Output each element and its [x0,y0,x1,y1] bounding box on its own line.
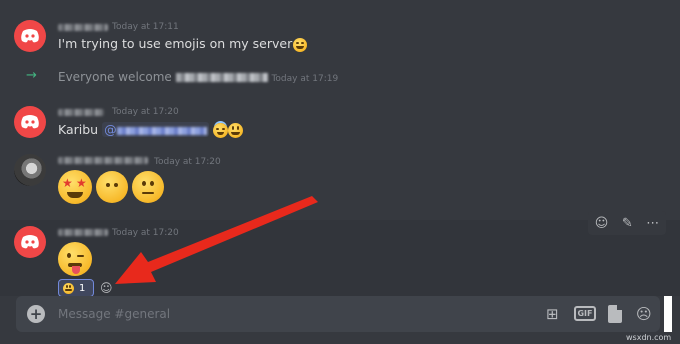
edit-icon[interactable]: ✎ [622,217,633,230]
reaction-button[interactable]: 1 [58,279,94,296]
smiling-halo-emoji-icon [212,123,228,138]
username[interactable] [175,73,268,82]
user-mention[interactable]: @ [102,122,209,137]
upload-plus-icon[interactable]: + [27,305,45,323]
join-text: Everyone welcome Today at 17:19 [58,70,338,84]
sticker-icon[interactable] [608,305,622,323]
message-text: Karibu @ [58,122,243,138]
message: Today at 17:11 I'm trying to use emojis … [0,18,680,62]
join-arrow-icon: → [26,68,37,83]
winking-tongue-emoji-icon [58,242,92,276]
message-actions-toolbar: ☺ ✎ ⋯ [588,211,666,235]
username[interactable] [58,229,108,236]
emoji-picker-icon[interactable]: ☹ [636,304,652,324]
scrollbar[interactable] [664,296,672,332]
discord-logo-icon [21,235,39,249]
star-struck-emoji-icon: ★ ★ [58,170,92,204]
grinning-emoji-icon [227,123,243,138]
message-composer: + ⊞ GIF ☹ [16,296,660,332]
message-content: Karibu [58,122,99,137]
mention-name [116,126,207,135]
message: Today at 17:20 ★ ★ [0,154,680,214]
grinning-emoji-icon [63,282,74,294]
message-content: I'm trying to use emojis on my server [58,36,293,51]
add-reaction-icon[interactable]: ☺ [595,217,609,230]
chat-area: Today at 17:11 I'm trying to use emojis … [0,0,680,296]
neutral-face-emoji-icon [131,171,164,203]
message-text: I'm trying to use emojis on my server [58,36,308,52]
avatar[interactable] [14,154,46,186]
timestamp: Today at 17:11 [112,22,179,32]
watermark: wsxdn.com [626,333,672,342]
mention-at: @ [104,122,117,137]
username[interactable] [58,109,104,116]
grinning-squinting-emoji-icon [293,37,308,52]
message: Today at 17:20 Karibu @ [0,104,680,150]
gift-icon[interactable]: ⊞ [546,304,559,324]
no-mouth-emoji-icon [95,171,128,203]
reaction-count: 1 [79,282,86,294]
message-emojis: ★ ★ [58,170,164,204]
message-input[interactable] [58,304,528,324]
username[interactable] [58,157,148,164]
discord-logo-icon [21,115,39,129]
timestamp: Today at 17:20 [154,157,221,167]
avatar[interactable] [14,106,46,138]
username[interactable] [58,24,108,31]
gif-icon[interactable]: GIF [574,306,596,321]
avatar[interactable] [14,226,46,258]
timestamp: Today at 17:20 [112,228,179,238]
discord-logo-icon [21,29,39,43]
timestamp: Today at 17:19 [271,74,339,84]
avatar[interactable] [14,20,46,52]
add-reaction-icon[interactable]: ☺ [100,281,113,295]
timestamp: Today at 17:20 [112,107,179,117]
more-icon[interactable]: ⋯ [646,217,659,230]
join-prefix: Everyone welcome [58,70,172,84]
system-message: → Everyone welcome Today at 17:19 [0,66,680,90]
